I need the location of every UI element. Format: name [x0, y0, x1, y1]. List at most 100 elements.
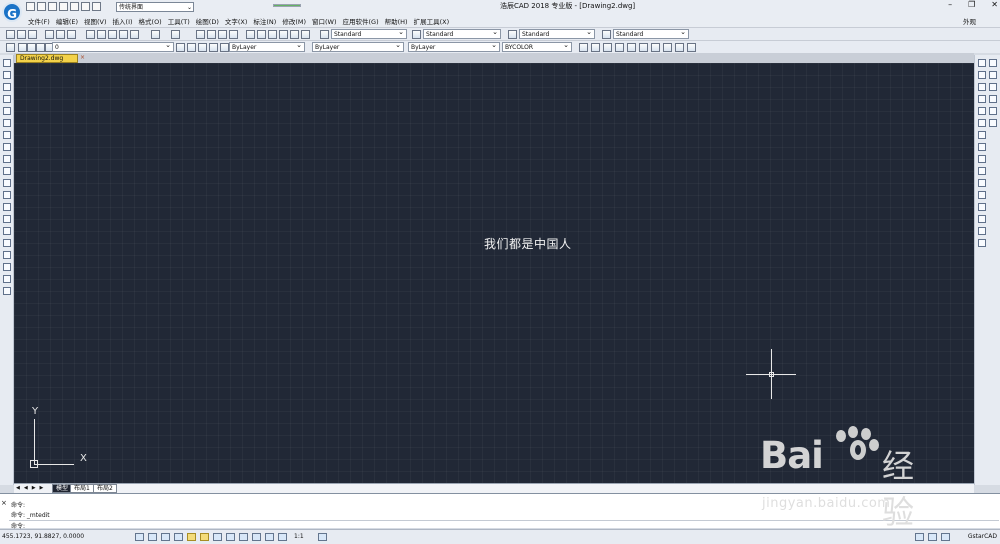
- ray-icon[interactable]: [3, 71, 11, 79]
- polar-icon[interactable]: [174, 533, 183, 541]
- layout-navigation-icons[interactable]: ◀◀▶▶: [16, 485, 47, 491]
- save-as-icon[interactable]: [59, 2, 68, 11]
- table-icon[interactable]: [3, 263, 11, 271]
- menu-modify[interactable]: 修改(M): [282, 16, 306, 26]
- block-editor-icon[interactable]: [130, 30, 139, 39]
- menu-file[interactable]: 文件(F): [28, 16, 50, 26]
- sun-icon[interactable]: [27, 43, 36, 52]
- rectangle-icon[interactable]: [3, 107, 11, 115]
- lineweight-select[interactable]: ByLayer: [408, 41, 500, 52]
- object-snap-icon[interactable]: [187, 533, 196, 541]
- fullscreen-icon[interactable]: [941, 533, 950, 541]
- redo-icon[interactable]: [171, 30, 180, 39]
- menu-applications[interactable]: 应用软件(G): [343, 16, 379, 26]
- dimension-style-select[interactable]: Standard: [423, 28, 501, 39]
- dimension-radius-icon[interactable]: [603, 43, 612, 52]
- paste-icon[interactable]: [108, 30, 117, 39]
- light-bulb-icon[interactable]: [18, 43, 27, 52]
- layer-off-icon[interactable]: [220, 43, 229, 52]
- dimension-style-manager-icon[interactable]: [687, 43, 696, 52]
- hatch-edit-icon[interactable]: [978, 215, 986, 223]
- zoom-realtime-icon[interactable]: [207, 30, 216, 39]
- offset-icon[interactable]: [978, 83, 986, 91]
- construction-line-icon[interactable]: [3, 83, 11, 91]
- print-icon[interactable]: [45, 30, 54, 39]
- save-icon[interactable]: [28, 30, 37, 39]
- hatch-icon[interactable]: [3, 227, 11, 235]
- dimension-diameter-icon[interactable]: [615, 43, 624, 52]
- chamfer-icon[interactable]: [978, 155, 986, 163]
- dimension-continue-icon[interactable]: [651, 43, 660, 52]
- new-icon[interactable]: [6, 30, 15, 39]
- gradient-icon[interactable]: [3, 239, 11, 247]
- ellipse-arc-icon[interactable]: [3, 179, 11, 187]
- attribute-edit-icon[interactable]: [978, 227, 986, 235]
- design-center-icon[interactable]: [257, 30, 266, 39]
- maximize-button[interactable]: ❐: [968, 0, 975, 9]
- new-file-icon[interactable]: [26, 2, 35, 11]
- menu-format[interactable]: 格式(O): [139, 16, 162, 26]
- print-icon[interactable]: [70, 2, 79, 11]
- menu-text[interactable]: 文字(X): [225, 16, 248, 26]
- drawing-tab-drawing2[interactable]: Drawing2.dwg: [16, 54, 78, 63]
- join-icon[interactable]: [978, 143, 986, 151]
- multileader-style-select[interactable]: Standard: [613, 28, 689, 39]
- cut-icon[interactable]: [86, 30, 95, 39]
- help-icon[interactable]: [301, 30, 310, 39]
- open-icon[interactable]: [17, 30, 26, 39]
- array-icon[interactable]: [989, 83, 997, 91]
- make-block-icon[interactable]: [3, 203, 11, 211]
- settings-icon[interactable]: [915, 533, 924, 541]
- properties-icon[interactable]: [989, 59, 997, 67]
- dimension-edit-icon[interactable]: [978, 239, 986, 247]
- menu-window[interactable]: 窗口(W): [312, 16, 337, 26]
- color-select[interactable]: ByLayer: [229, 41, 305, 52]
- model-tab[interactable]: 模型: [52, 484, 73, 493]
- dimension-style-icon[interactable]: [412, 30, 421, 39]
- menu-edit[interactable]: 编辑(E): [56, 16, 78, 26]
- close-icon[interactable]: ×: [1, 499, 7, 507]
- spline-edit-icon[interactable]: [978, 203, 986, 211]
- plot-style-select[interactable]: BYCOLOR: [502, 41, 572, 52]
- arc-icon[interactable]: [3, 119, 11, 127]
- insert-block-icon[interactable]: [3, 191, 11, 199]
- layer-states-icon[interactable]: [198, 43, 207, 52]
- menu-help[interactable]: 帮助(H): [385, 16, 408, 26]
- lock-ui-icon[interactable]: [928, 533, 937, 541]
- layer-manager-icon[interactable]: [6, 43, 15, 52]
- workspace-switch-icon[interactable]: [318, 533, 327, 541]
- properties-icon[interactable]: [246, 30, 255, 39]
- drawing-canvas[interactable]: 我们都是中国人 Y X: [14, 63, 974, 483]
- tool-palettes-icon[interactable]: [268, 30, 277, 39]
- menu-extension-tools[interactable]: 扩展工具(X): [414, 16, 450, 26]
- layout2-tab[interactable]: 布局2: [93, 484, 117, 493]
- save-icon[interactable]: [48, 2, 57, 11]
- copy-icon[interactable]: [97, 30, 106, 39]
- table-style-select[interactable]: Standard: [519, 28, 595, 39]
- calculator-icon[interactable]: [290, 30, 299, 39]
- region-icon[interactable]: [3, 251, 11, 259]
- dimension-angle-icon[interactable]: [627, 43, 636, 52]
- object-track-icon[interactable]: [200, 533, 209, 541]
- text-style-select[interactable]: Standard: [331, 28, 407, 39]
- circle-icon[interactable]: [3, 131, 11, 139]
- dimension-aligned-icon[interactable]: [591, 43, 600, 52]
- polyline-edit-icon[interactable]: [978, 191, 986, 199]
- undo-icon[interactable]: [81, 2, 90, 11]
- dimension-linear-icon[interactable]: [579, 43, 588, 52]
- scale-icon[interactable]: [978, 107, 986, 115]
- publish-icon[interactable]: [67, 30, 76, 39]
- fillet-icon[interactable]: [978, 167, 986, 175]
- linetype-select[interactable]: ByLayer: [312, 41, 404, 52]
- close-icon[interactable]: ×: [80, 54, 85, 61]
- grid-icon[interactable]: [148, 533, 157, 541]
- line-icon[interactable]: [3, 59, 11, 67]
- dimension-edit-icon[interactable]: [675, 43, 684, 52]
- layer-select[interactable]: 0: [52, 41, 174, 52]
- workspace-select[interactable]: 传统界面 ⌄: [116, 2, 194, 12]
- redo-icon[interactable]: [92, 2, 101, 11]
- preview-icon[interactable]: [56, 30, 65, 39]
- layer-isolate-icon[interactable]: [209, 43, 218, 52]
- sheet-set-icon[interactable]: [279, 30, 288, 39]
- lineweight-icon[interactable]: [226, 533, 235, 541]
